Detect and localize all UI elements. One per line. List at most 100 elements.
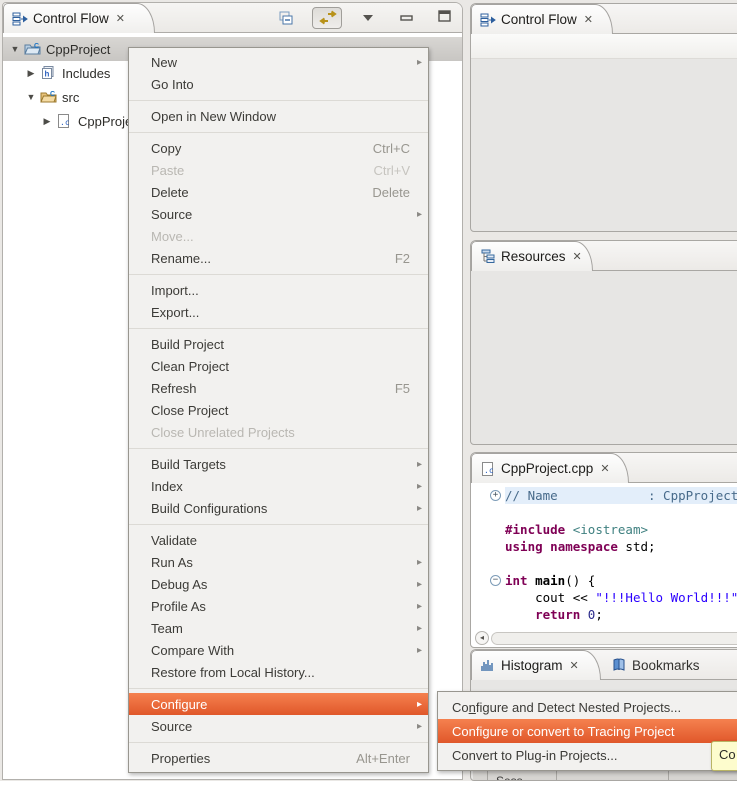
menu-item-copy[interactable]: CopyCtrl+C <box>129 137 428 159</box>
close-icon[interactable]: ✕ <box>600 462 609 475</box>
eclipse-workbench: Control Flow ✕ ▼CCppProject▶hIncludes▼Cs… <box>0 0 737 799</box>
minimize-icon <box>400 9 413 27</box>
submenu-arrow-icon: ▸ <box>417 601 422 612</box>
submenu-arrow-icon: ▸ <box>417 623 422 634</box>
horizontal-scrollbar[interactable]: ◂ <box>475 631 737 645</box>
menu-item-export[interactable]: Export... <box>129 301 428 323</box>
menu-item-compare-with[interactable]: Compare With▸ <box>129 639 428 661</box>
menu-item-label: Team <box>151 621 410 636</box>
tree-item-label: CppProject <box>46 42 110 57</box>
menu-separator <box>129 274 428 275</box>
menu-item-label: Rename... <box>151 251 371 266</box>
menu-separator <box>129 524 428 525</box>
minimize-button[interactable] <box>394 7 418 29</box>
maximize-button[interactable] <box>432 7 456 29</box>
svg-text:h: h <box>45 70 50 79</box>
c-file-icon: .c <box>56 113 73 129</box>
close-icon[interactable]: ✕ <box>584 13 593 26</box>
menu-item-profile-as[interactable]: Profile As▸ <box>129 595 428 617</box>
menu-item-source[interactable]: Source▸ <box>129 203 428 225</box>
menu-item-rename[interactable]: Rename... F2 <box>129 247 428 269</box>
fold-collapse-icon[interactable]: − <box>490 575 501 586</box>
menu-item-team[interactable]: Team ▸ <box>129 617 428 639</box>
menu-item-label: Copy <box>151 141 349 156</box>
menu-item-configure-or-convert-to-tracing-project[interactable]: Configure or convert to Tracing Project <box>438 719 737 743</box>
menu-item-label: Compare With <box>151 643 410 658</box>
code-line: cout << "!!!Hello World!!!" << endl; <box>471 589 737 606</box>
menu-item-validate[interactable]: Validate <box>129 529 428 551</box>
collapse-arrow-icon[interactable]: ▼ <box>25 92 37 102</box>
menu-item-properties[interactable]: PropertiesAlt+Enter <box>129 747 428 769</box>
menu-item-delete[interactable]: DeleteDelete <box>129 181 428 203</box>
submenu-arrow-icon: ▸ <box>417 699 422 710</box>
menu-item-go-into[interactable]: Go Into <box>129 73 428 95</box>
tab-cppproject-cpp[interactable]: .c CppProject.cpp ✕ <box>471 453 629 483</box>
menu-item-configure-and-detect-nested-projects[interactable]: Configure and Detect Nested Projects... <box>438 695 737 719</box>
tab-histogram[interactable]: Histogram ✕ <box>471 650 601 680</box>
tab-bookmarks[interactable]: Bookmarks <box>603 650 727 680</box>
link-with-editor-button[interactable] <box>312 7 342 29</box>
menu-item-build-project[interactable]: Build Project <box>129 333 428 355</box>
menu-item-close-project[interactable]: Close Project <box>129 399 428 421</box>
submenu-arrow-icon: ▸ <box>417 481 422 492</box>
menu-item-convert-to-plug-in-projects[interactable]: Convert to Plug-in Projects... <box>438 743 737 767</box>
code-line <box>471 504 737 521</box>
editor-view[interactable]: .c CppProject.cpp ✕ +// Name : CppProjec… <box>470 452 737 648</box>
menu-item-refresh[interactable]: RefreshF5 <box>129 377 428 399</box>
code-text: using namespace std; <box>505 538 737 555</box>
fold-expand-icon[interactable]: + <box>490 490 501 501</box>
menu-shortcut: F2 <box>395 251 410 266</box>
menu-item-import[interactable]: Import... <box>129 279 428 301</box>
menu-item-source[interactable]: Source▸ <box>129 715 428 737</box>
view-menu-button[interactable] <box>356 7 380 29</box>
menu-item-label: Validate <box>151 533 410 548</box>
tooltip: Co <box>711 741 737 771</box>
menu-item-label: Refresh <box>151 381 371 396</box>
submenu-arrow-icon: ▸ <box>417 57 422 68</box>
editor-ruler <box>471 538 505 555</box>
close-icon[interactable]: ✕ <box>570 659 579 672</box>
expand-arrow-icon[interactable]: ▶ <box>41 116 53 127</box>
control-flow-view: Control Flow ✕ <box>470 3 737 232</box>
tab-control-flow-right[interactable]: Control Flow ✕ <box>471 4 613 34</box>
menu-item-new[interactable]: New▸ <box>129 51 428 73</box>
maximize-icon <box>438 9 451 27</box>
includes-stack-icon: h <box>40 65 57 81</box>
menu-item-open-in-new-window[interactable]: Open in New Window <box>129 105 428 127</box>
editor-ruler <box>471 504 505 521</box>
editor-ruler <box>471 589 505 606</box>
close-icon[interactable]: ✕ <box>116 12 125 25</box>
control-flow-toolbar <box>471 34 737 59</box>
code-text: cout << "!!!Hello World!!!" << endl; <box>505 589 737 606</box>
code-editor[interactable]: +// Name : CppProject.cpp #include <iostr… <box>471 483 737 633</box>
collapse-all-button[interactable] <box>274 7 298 29</box>
svg-text:.c: .c <box>60 118 70 127</box>
code-line: #include <iostream> <box>471 521 737 538</box>
menu-shortcut: Alt+Enter <box>356 751 410 766</box>
menu-item-label: Restore from Local History... <box>151 665 410 680</box>
menu-item-label: Configure <box>151 697 410 712</box>
menu-item-run-as[interactable]: Run As▸ <box>129 551 428 573</box>
menu-item-configure[interactable]: Configure ▸ <box>129 693 428 715</box>
menu-item-debug-as[interactable]: Debug As▸ <box>129 573 428 595</box>
tab-label: CppProject.cpp <box>501 461 593 476</box>
menu-item-restore-from-local-history[interactable]: Restore from Local History... <box>129 661 428 683</box>
tab-resources[interactable]: Resources ✕ <box>471 241 593 271</box>
collapse-arrow-icon[interactable]: ▼ <box>9 44 21 54</box>
menu-item-build-configurations[interactable]: Build Configurations▸ <box>129 497 428 519</box>
expand-arrow-icon[interactable]: ▶ <box>25 68 37 79</box>
editor-tabstrip: .c CppProject.cpp ✕ <box>471 453 737 483</box>
menu-item-label: Index <box>151 479 410 494</box>
menu-item-clean-project[interactable]: Clean Project <box>129 355 428 377</box>
close-icon[interactable]: ✕ <box>573 250 582 263</box>
menu-item-index[interactable]: Index ▸ <box>129 475 428 497</box>
menu-item-build-targets[interactable]: Build Targets▸ <box>129 453 428 475</box>
menu-item-label: Close Unrelated Projects <box>151 425 410 440</box>
code-line: +// Name : CppProject.cpp <box>471 487 737 504</box>
scroll-left-icon[interactable]: ◂ <box>475 631 489 645</box>
menu-item-label: Close Project <box>151 403 410 418</box>
context-menu: New▸Go Into Open in New Window CopyCtrl+C P… <box>128 47 429 773</box>
tab-control-flow-left[interactable]: Control Flow ✕ <box>3 3 155 33</box>
menu-item-label: Import... <box>151 283 410 298</box>
scrollbar-track[interactable] <box>491 632 737 645</box>
